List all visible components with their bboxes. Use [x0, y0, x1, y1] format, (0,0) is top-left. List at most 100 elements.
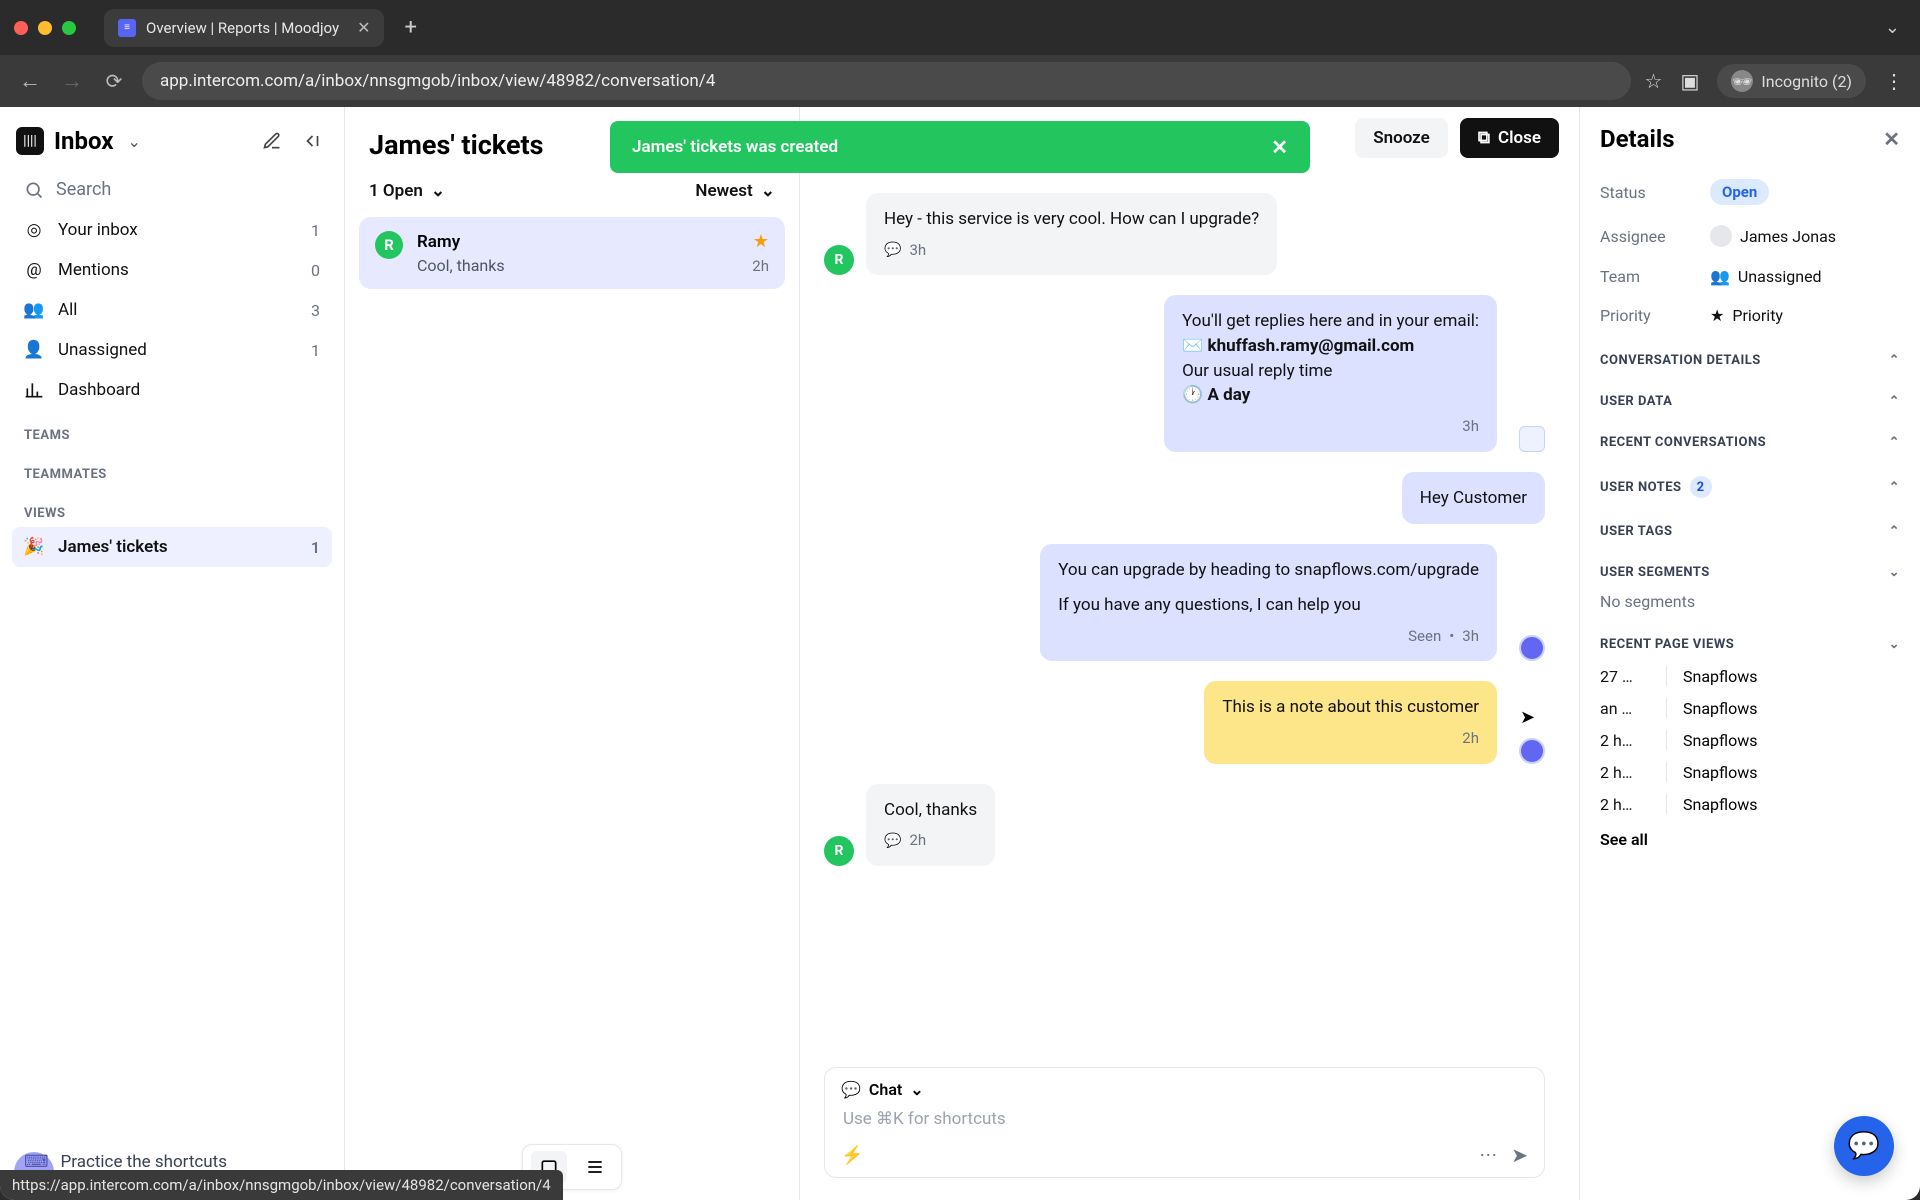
sidebar-view-james-tickets[interactable]: 🎉 James' tickets 1: [12, 527, 332, 567]
section-user-tags[interactable]: USER TAGS ⌃: [1600, 506, 1900, 547]
window-zoom-button[interactable]: [62, 21, 76, 35]
all-icon: 👥: [24, 300, 44, 320]
chevron-up-icon: ⌃: [1889, 524, 1900, 539]
close-label: Close: [1498, 128, 1541, 148]
mentions-icon: @: [24, 260, 44, 280]
close-conversation-button[interactable]: ⧉ Close: [1460, 118, 1559, 158]
sidebar-item-count: 1: [311, 341, 320, 360]
extensions-icon[interactable]: ▣: [1680, 69, 1699, 93]
layout-list-button[interactable]: [577, 1151, 613, 1183]
composer-mode-label: Chat: [869, 1080, 902, 1099]
composer-macros-icon[interactable]: ⚡: [841, 1145, 863, 1166]
pageview-row[interactable]: 2 h…Snapflows: [1600, 788, 1900, 820]
pageview-page: Snapflows: [1683, 763, 1758, 782]
section-label: USER DATA: [1600, 394, 1672, 409]
bookmark-icon[interactable]: ☆: [1645, 69, 1663, 93]
toast-close-icon[interactable]: ✕: [1271, 135, 1288, 159]
conversation-panel: Snooze ⧉ Close R Hey - this service is v…: [800, 107, 1580, 1200]
collapse-sidebar-button[interactable]: [296, 127, 324, 155]
left-sidebar: |||| Inbox ⌄ Search ◎ Your inbox 1: [0, 107, 345, 1200]
message-line: You'll get replies here and in your emai…: [1182, 309, 1479, 334]
search-icon: [24, 180, 44, 200]
section-conversation-details[interactable]: CONVERSATION DETAILS ⌃: [1600, 335, 1900, 376]
browser-menu-icon[interactable]: ⋮: [1884, 69, 1904, 93]
sidebar-item-all[interactable]: 👥 All 3: [12, 290, 332, 330]
sidebar-item-count: 3: [311, 301, 320, 320]
window-controls: [14, 21, 76, 35]
incoming-message: Cool, thanks 💬 2h: [866, 784, 995, 866]
sidebar-item-mentions[interactable]: @ Mentions 0: [12, 250, 332, 290]
detail-row-priority[interactable]: Priority ★Priority: [1600, 296, 1900, 335]
details-close-icon[interactable]: ✕: [1883, 127, 1900, 151]
chevron-down-icon: ⌄: [1889, 565, 1900, 580]
detail-row-assignee[interactable]: Assignee James Jonas: [1600, 215, 1900, 257]
url-field[interactable]: app.intercom.com/a/inbox/nnsgmgob/inbox/…: [142, 62, 1631, 100]
section-user-segments[interactable]: USER SEGMENTS ⌄: [1600, 547, 1900, 588]
compose-button[interactable]: [258, 127, 286, 155]
pageview-row[interactable]: 27 …Snapflows: [1600, 660, 1900, 692]
see-all-link[interactable]: See all: [1600, 820, 1900, 849]
app-logo[interactable]: ||||: [16, 127, 44, 155]
star-icon[interactable]: ★: [753, 231, 769, 252]
reload-button[interactable]: ⟳: [100, 69, 128, 93]
chevron-down-icon: ⌄: [761, 181, 775, 201]
detail-key: Status: [1600, 183, 1710, 202]
section-label: USER NOTES: [1600, 480, 1682, 495]
sidebar-search[interactable]: Search: [12, 169, 332, 210]
detail-row-team[interactable]: Team 👥Unassigned: [1600, 257, 1900, 296]
view-icon: 🎉: [24, 537, 44, 557]
customer-avatar: R: [824, 836, 854, 866]
priority-icon: ★: [1710, 306, 1724, 325]
practice-label: Practice the shortcuts: [61, 1152, 227, 1172]
composer-more-icon[interactable]: ⋯: [1479, 1145, 1497, 1166]
sidebar-item-label: Dashboard: [58, 380, 140, 400]
send-button[interactable]: ➤: [1511, 1143, 1528, 1167]
agent-message: You can upgrade by heading to snapflows.…: [1040, 544, 1497, 661]
forward-button[interactable]: →: [58, 68, 86, 94]
sort-filter[interactable]: Newest ⌄: [695, 181, 775, 201]
section-recent-page-views[interactable]: RECENT PAGE VIEWS ⌄: [1600, 619, 1900, 660]
chevron-up-icon: ⌃: [1889, 435, 1900, 450]
status-badge[interactable]: Open: [1710, 179, 1769, 205]
browser-tab[interactable]: ≡ Overview | Reports | Moodjoy ✕: [104, 9, 384, 47]
composer-mode-selector[interactable]: 💬 Chat ⌄: [841, 1080, 1528, 1099]
tabbar-chevron-icon[interactable]: ⌄: [1879, 11, 1906, 44]
pageview-time: 2 h…: [1600, 731, 1650, 750]
pageview-time: 27 …: [1600, 667, 1650, 686]
chevron-up-icon: ⌃: [1889, 480, 1900, 495]
back-button[interactable]: ←: [16, 68, 44, 94]
pageview-row[interactable]: 2 h…Snapflows: [1600, 724, 1900, 756]
open-filter[interactable]: 1 Open ⌄: [369, 181, 445, 201]
section-recent-conversations[interactable]: RECENT CONVERSATIONS ⌃: [1600, 417, 1900, 458]
inbox-switcher-chevron-icon[interactable]: ⌄: [127, 132, 140, 151]
sidebar-item-your-inbox[interactable]: ◎ Your inbox 1: [12, 210, 332, 250]
incognito-indicator[interactable]: 🕶 Incognito (2): [1717, 64, 1866, 98]
window-minimize-button[interactable]: [38, 21, 52, 35]
intercom-launcher[interactable]: 💬: [1834, 1116, 1894, 1176]
sidebar-item-unassigned[interactable]: 👤 Unassigned 1: [12, 330, 332, 370]
pageview-row[interactable]: an …Snapflows: [1600, 692, 1900, 724]
contact-name: Ramy: [417, 232, 460, 252]
conversation-list-item[interactable]: R Ramy ★ Cool, thanks 2h: [359, 217, 785, 289]
pageview-page: Snapflows: [1683, 795, 1758, 814]
status-bar-url: https://app.intercom.com/a/inbox/nnsgmgo…: [0, 1170, 563, 1200]
chevron-down-icon: ⌄: [431, 181, 445, 201]
detail-key: Team: [1600, 267, 1710, 286]
chat-channel-icon: 💬: [884, 831, 901, 851]
snooze-button[interactable]: Snooze: [1355, 118, 1448, 158]
tab-close-icon[interactable]: ✕: [357, 18, 370, 37]
sidebar-section-teammates: TEAMMATES: [12, 449, 332, 488]
toast-text: James' tickets was created: [632, 137, 838, 157]
window-close-button[interactable]: [14, 21, 28, 35]
section-user-notes[interactable]: USER NOTES 2 ⌃: [1600, 458, 1900, 506]
archive-icon: ⧉: [1478, 128, 1490, 148]
no-segments-text: No segments: [1600, 588, 1900, 619]
section-user-data[interactable]: USER DATA ⌃: [1600, 376, 1900, 417]
message-line: Our usual reply time: [1182, 359, 1479, 384]
new-tab-button[interactable]: +: [394, 11, 426, 44]
detail-key: Assignee: [1600, 227, 1710, 246]
mouse-cursor: ➤: [1520, 707, 1535, 728]
sidebar-item-dashboard[interactable]: Dashboard: [12, 370, 332, 410]
pageview-row[interactable]: 2 h…Snapflows: [1600, 756, 1900, 788]
composer-input[interactable]: Use ⌘K for shortcuts: [841, 1099, 1528, 1143]
